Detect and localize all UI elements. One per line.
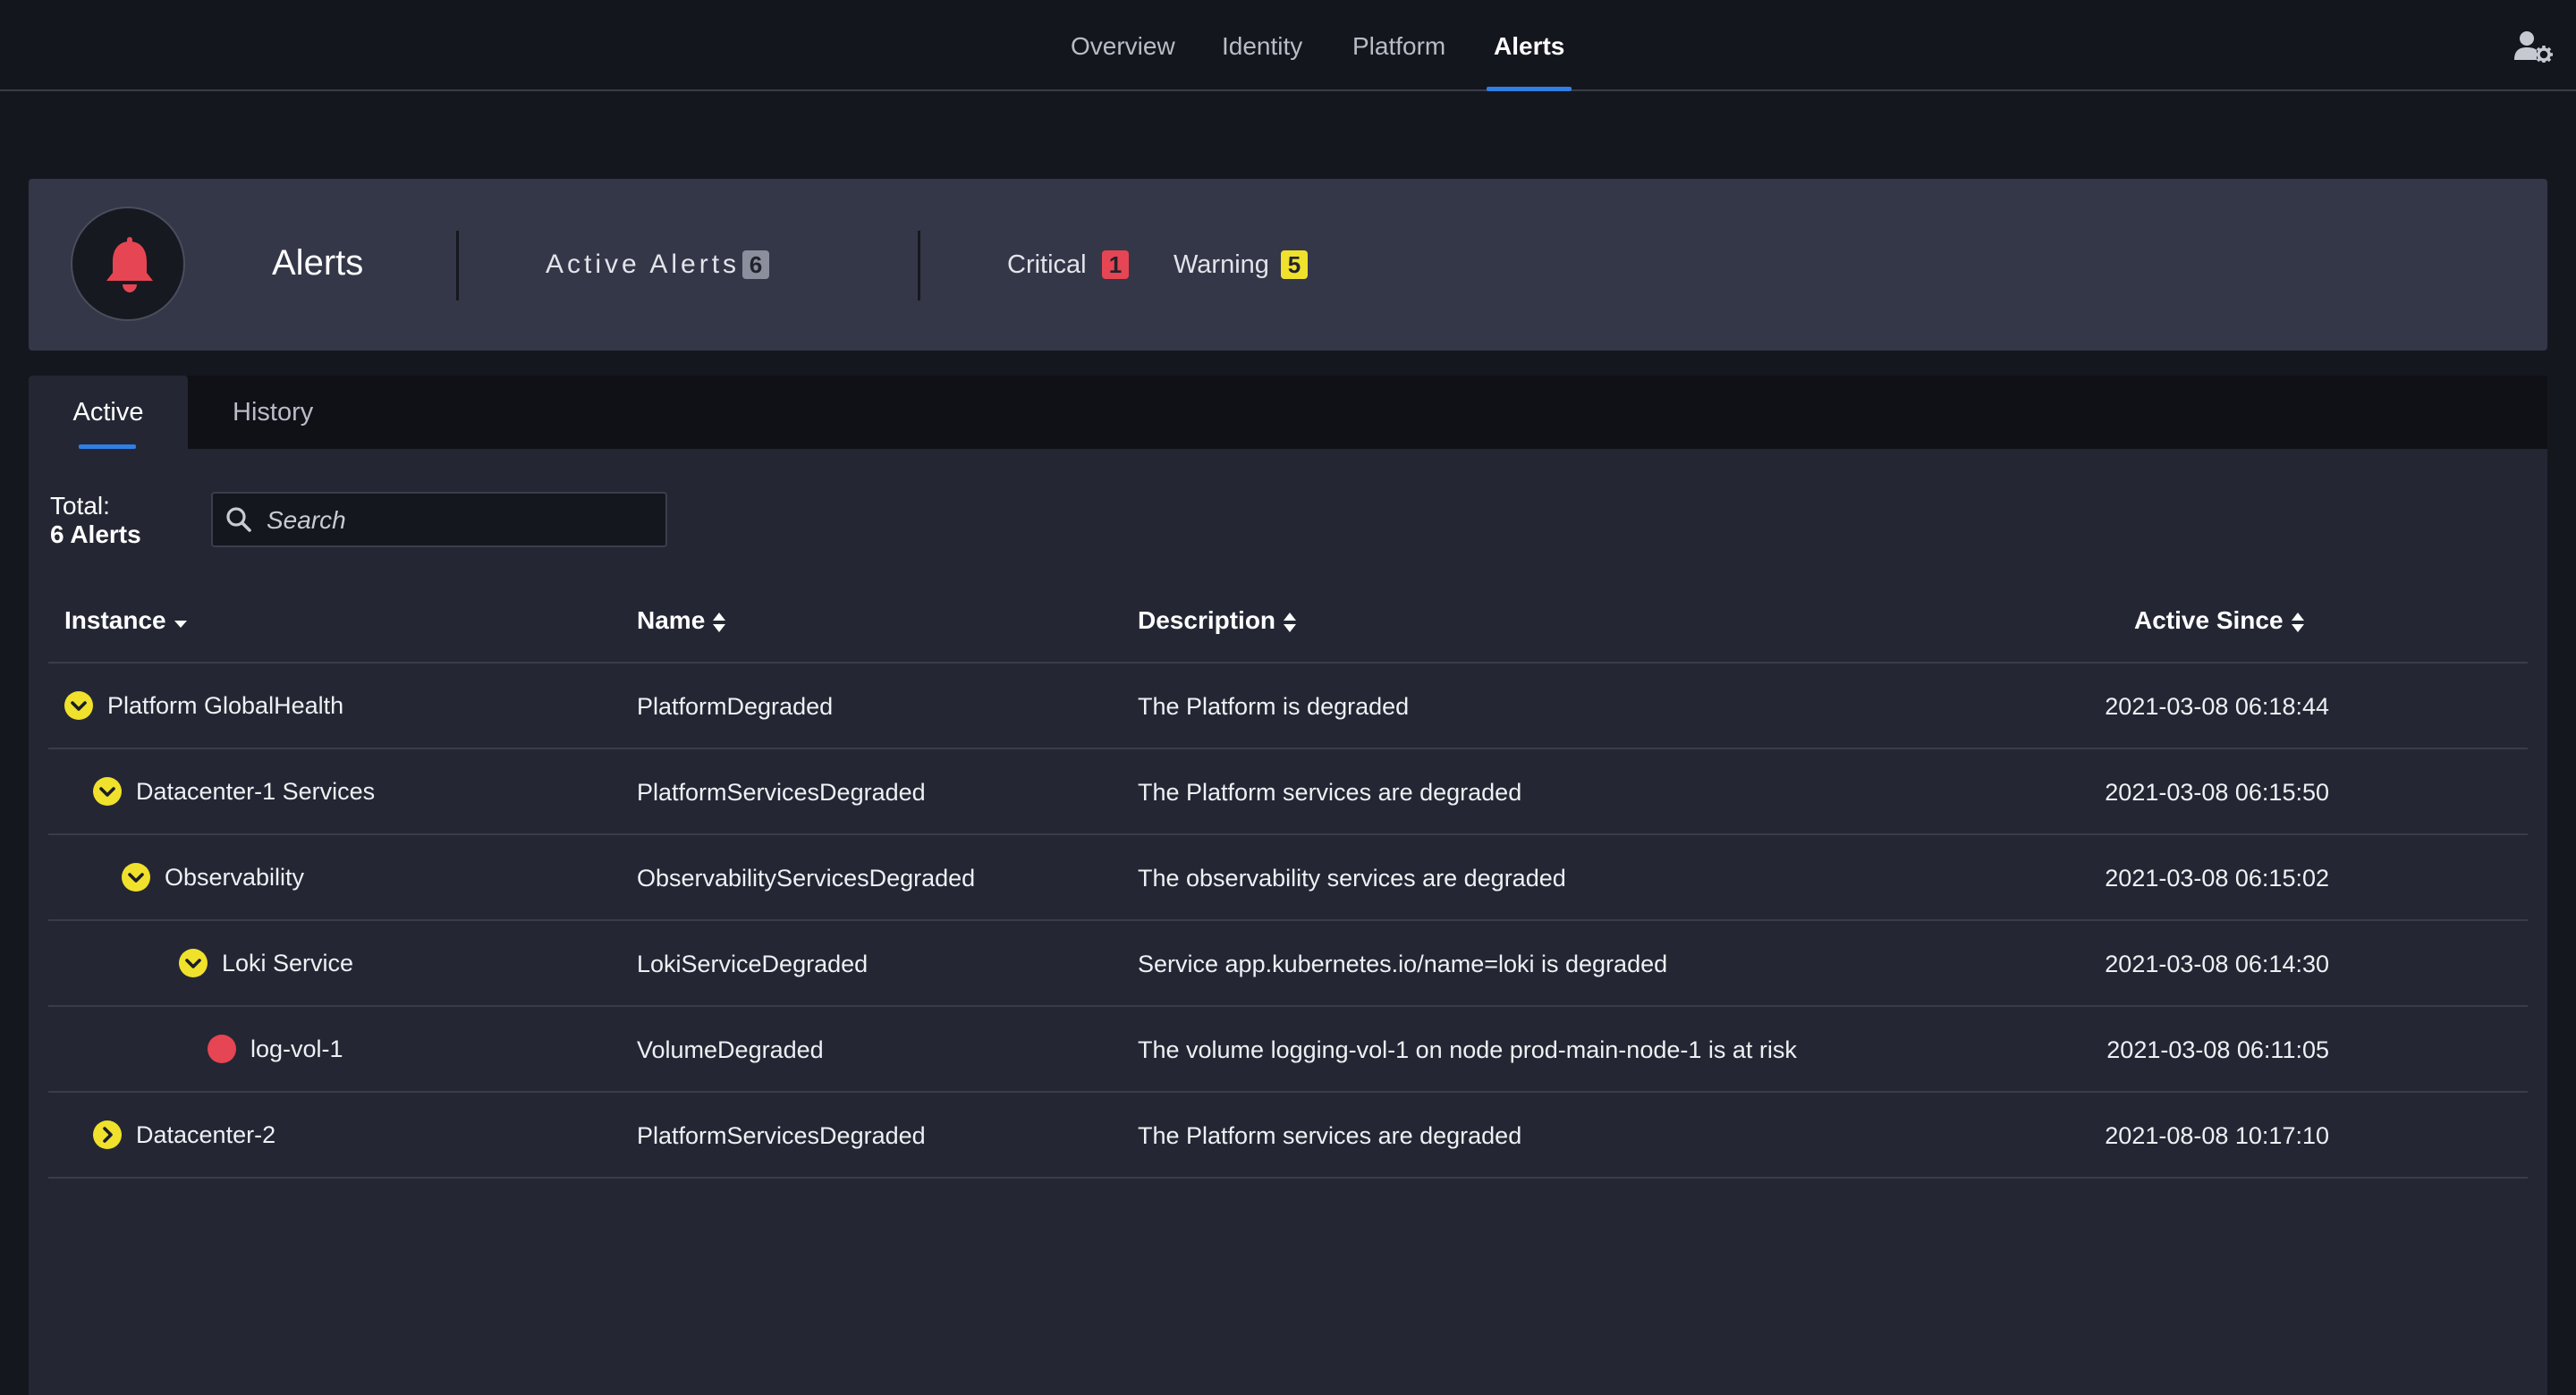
alert-description: The Platform is degraded	[1138, 693, 1410, 720]
search-box	[211, 492, 667, 547]
table-row[interactable]: Datacenter-1 Services PlatformServicesDe…	[48, 749, 2528, 835]
instance-name: Observability	[165, 864, 305, 891]
alert-description: Service app.kubernetes.io/name=loki is d…	[1138, 951, 1668, 977]
instance-cell: Observability	[122, 835, 304, 919]
critical-label: Critical	[1007, 250, 1087, 279]
table-row[interactable]: Loki Service LokiServiceDegraded Service…	[48, 921, 2528, 1007]
search-input[interactable]	[265, 494, 662, 547]
alerts-table: Instance Name Description Active Since P…	[48, 578, 2528, 1179]
alert-description: The volume logging-vol-1 on node prod-ma…	[1138, 1036, 1797, 1063]
instance-name: Platform GlobalHealth	[107, 692, 344, 719]
warning-chevron-down-icon[interactable]	[122, 863, 150, 892]
column-header-label: Instance	[64, 606, 166, 634]
sort-descending-icon	[174, 620, 187, 628]
header-divider	[918, 231, 920, 300]
alert-active-since: 2021-03-08 06:18:44	[2105, 693, 2329, 720]
top-nav: Overview Identity Platform Alerts	[0, 0, 2576, 91]
warning-chevron-down-icon[interactable]	[179, 949, 208, 977]
instance-cell: Platform GlobalHealth	[64, 664, 343, 748]
total-label: Total:	[50, 492, 110, 520]
column-header-active-since[interactable]: Active Since	[2134, 604, 2307, 637]
alert-description: The Platform services are degraded	[1138, 779, 1522, 806]
instance-cell: Datacenter-2	[93, 1093, 275, 1177]
sort-icon	[713, 612, 726, 632]
sort-icon	[2291, 612, 2304, 632]
nav-tab-identity[interactable]: Identity	[1222, 0, 1302, 89]
instance-name: Datacenter-1 Services	[136, 778, 376, 805]
total-count: 6 Alerts	[50, 520, 141, 548]
tab-active[interactable]: Active	[29, 376, 188, 449]
warning-chevron-right-icon[interactable]	[93, 1120, 122, 1149]
alert-tabs: Active History	[29, 376, 2547, 449]
bell-icon	[106, 237, 153, 292]
alert-active-since: 2021-03-08 06:11:05	[2106, 1036, 2329, 1063]
critical-count-badge: 1	[1102, 250, 1129, 279]
table-row[interactable]: Datacenter-2 PlatformServicesDegraded Th…	[48, 1093, 2528, 1179]
warning-chevron-down-icon[interactable]	[64, 691, 93, 720]
critical-status-icon	[208, 1035, 236, 1063]
column-header-description[interactable]: Description	[1138, 604, 1299, 637]
instance-name: Loki Service	[222, 950, 354, 976]
instance-cell: Loki Service	[179, 921, 353, 1005]
active-alerts-count-badge: 6	[742, 250, 769, 279]
column-header-name[interactable]: Name	[637, 604, 728, 637]
instance-cell: log-vol-1	[208, 1007, 343, 1091]
header-divider	[456, 231, 459, 300]
column-header-label: Description	[1138, 606, 1276, 634]
alerts-header-panel: Alerts Active Alerts 6 Critical 1 Warnin…	[29, 179, 2547, 351]
instance-name: Datacenter-2	[136, 1121, 276, 1148]
alert-description: The observability services are degraded	[1138, 865, 1566, 892]
table-header: Instance Name Description Active Since	[48, 578, 2528, 664]
alert-name: PlatformDegraded	[637, 693, 834, 720]
active-alerts-label: Active Alerts	[546, 249, 741, 279]
nav-tab-platform[interactable]: Platform	[1352, 0, 1445, 89]
alert-name: LokiServiceDegraded	[637, 951, 869, 977]
warning-label: Warning	[1174, 250, 1269, 279]
app-root: Overview Identity Platform Alerts Alerts…	[0, 0, 2576, 1395]
instance-name: log-vol-1	[250, 1036, 343, 1062]
bell-badge	[71, 207, 185, 321]
table-row[interactable]: Observability ObservabilityServicesDegra…	[48, 835, 2528, 921]
page-title: Alerts	[272, 243, 364, 283]
column-header-instance[interactable]: Instance	[64, 604, 190, 637]
nav-tab-overview[interactable]: Overview	[1071, 0, 1175, 89]
warning-count-badge: 5	[1281, 250, 1308, 279]
column-header-label: Name	[637, 606, 706, 634]
alert-active-since: 2021-03-08 06:14:30	[2105, 951, 2329, 977]
total-summary: Total: 6 Alerts	[50, 492, 141, 549]
user-settings-icon[interactable]	[2513, 30, 2553, 63]
nav-tab-alerts[interactable]: Alerts	[1486, 0, 1572, 91]
tab-history[interactable]: History	[233, 376, 313, 449]
alert-name: PlatformServicesDegraded	[637, 779, 926, 806]
warning-chevron-down-icon[interactable]	[93, 777, 122, 806]
alert-active-since: 2021-03-08 06:15:50	[2105, 779, 2329, 806]
search-icon	[226, 507, 251, 532]
alert-active-since: 2021-08-08 10:17:10	[2105, 1122, 2329, 1149]
column-header-label: Active Since	[2134, 606, 2284, 634]
alert-name: VolumeDegraded	[637, 1036, 824, 1063]
alert-description: The Platform services are degraded	[1138, 1122, 1522, 1149]
alert-active-since: 2021-03-08 06:15:02	[2105, 865, 2329, 892]
table-row[interactable]: Platform GlobalHealth PlatformDegraded T…	[48, 664, 2528, 749]
sort-icon	[1284, 612, 1297, 632]
alerts-content: Total: 6 Alerts Instance Name Descriptio…	[29, 449, 2547, 1395]
table-row[interactable]: log-vol-1 VolumeDegraded The volume logg…	[48, 1007, 2528, 1093]
instance-cell: Datacenter-1 Services	[93, 749, 375, 833]
alert-name: ObservabilityServicesDegraded	[637, 865, 976, 892]
alert-name: PlatformServicesDegraded	[637, 1122, 926, 1149]
